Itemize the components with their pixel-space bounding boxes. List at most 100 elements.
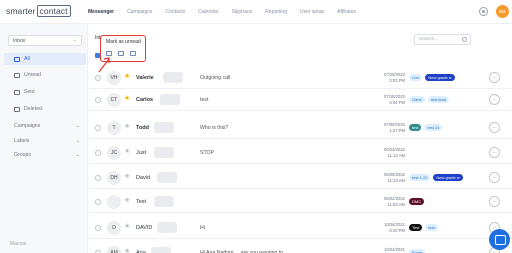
nav-messenger[interactable]: Messenger: [88, 9, 114, 15]
sidebar-section-labels[interactable]: Labels ⌄: [14, 138, 84, 144]
star-icon[interactable]: ★: [124, 148, 130, 156]
tag[interactable]: Buyer: [409, 249, 426, 253]
nav-reporting[interactable]: Reporting: [265, 9, 287, 15]
search-icon: [462, 37, 467, 42]
sidebar-macros[interactable]: Macros: [10, 241, 26, 247]
row-checkbox[interactable]: [95, 75, 101, 81]
star-icon[interactable]: ★: [124, 95, 130, 103]
sidebar-section-campaigns[interactable]: Campaigns ⌄: [14, 123, 84, 129]
tag-list: Gahe test lead: [409, 96, 452, 103]
nav-contacts[interactable]: Contacts: [165, 9, 185, 15]
chevron-down-icon: ⌄: [75, 138, 80, 144]
avatar: AM: [107, 246, 121, 253]
more-options-icon[interactable]: ···: [489, 72, 500, 83]
conversation-row[interactable]: DH ★ David 06/06/2022 11:23 AM test 1.22 N…: [89, 167, 512, 189]
inbox-select-value: Inbox: [13, 38, 26, 44]
conversation-row[interactable]: T ★ Todd Who is this? 07/06/2022 1:27 PM …: [89, 117, 512, 139]
nav-calendar[interactable]: Calendar: [198, 9, 218, 15]
inbox-select[interactable]: Inbox ⌄: [8, 35, 82, 46]
timestamp-date: 07/15/2022: [384, 94, 405, 99]
more-options-icon[interactable]: ···: [489, 172, 500, 183]
tag[interactable]: DMC: [409, 198, 425, 205]
star-icon[interactable]: ★: [124, 223, 130, 231]
timestamp: 06/24/2022 11:12 AM: [375, 147, 405, 158]
avatar: CT: [107, 93, 121, 107]
tag[interactable]: test 1.22: [409, 174, 431, 181]
avatar: [107, 195, 121, 209]
tag-list: test test 24: [409, 124, 445, 131]
nav-skiptrace[interactable]: Skiptrace: [231, 9, 252, 15]
chat-support-button[interactable]: [489, 229, 510, 250]
tag[interactable]: test lead: [427, 96, 449, 103]
conversation-row[interactable]: VH ★ Valerie Outgoing call 07/25/2022 3:0…: [89, 67, 512, 89]
conversation-row[interactable]: D ★ DAVID Hi 10/26/2021 8:43 PM Test test …: [89, 217, 512, 239]
row-checkbox[interactable]: [95, 125, 101, 131]
conversation-row[interactable]: AM ★ Ana Hi Ana Nathan ... are you wanti…: [89, 242, 512, 253]
sidebar-item-all[interactable]: All: [4, 53, 86, 65]
tag[interactable]: Gahe: [409, 96, 425, 103]
row-checkbox[interactable]: [95, 225, 101, 231]
star-icon[interactable]: ★: [124, 197, 130, 205]
timestamp-date: 06/24/2022: [384, 147, 405, 152]
sidebar-section-groups[interactable]: Groups ⌄: [14, 152, 84, 158]
more-options-icon[interactable]: ···: [489, 122, 500, 133]
star-icon[interactable]: ★: [124, 73, 130, 81]
contact-name: David: [136, 175, 151, 181]
trash-icon: [14, 106, 20, 112]
main-nav: Messenger Campaigns Contacts Calendar Sk…: [88, 0, 369, 24]
more-options-icon[interactable]: ···: [489, 94, 500, 105]
mail-icon[interactable]: [118, 51, 124, 56]
timestamp-date: 10/26/2021: [384, 222, 405, 227]
tag[interactable]: Test: [409, 224, 423, 231]
mark-as-unread-tooltip: Mark as unread: [106, 39, 141, 45]
conversation-row[interactable]: JC ★ Just STOP 06/24/2022 11:12 AM ···: [89, 142, 512, 164]
chevron-down-icon: ⌄: [75, 123, 80, 129]
nav-user-setup[interactable]: User setup: [300, 9, 324, 15]
tag-list: test 1.22 New grade w: [409, 174, 466, 181]
sidebar-item-sent[interactable]: Sent: [4, 86, 86, 98]
app-logo[interactable]: smarter contact: [6, 5, 71, 17]
section-label: Labels: [14, 138, 30, 144]
nav-affiliates[interactable]: Affiliates: [337, 9, 356, 15]
star-icon[interactable]: ★: [124, 173, 130, 181]
search-placeholder: Search...: [419, 37, 439, 42]
conversation-row[interactable]: ★ Test 06/02/2022 11:53 AM DMC ···: [89, 191, 512, 213]
contact-name: Just: [136, 150, 147, 156]
section-label: Groups: [14, 152, 32, 158]
tag[interactable]: New grade w: [425, 74, 455, 81]
row-checkbox[interactable]: [95, 175, 101, 181]
more-options-icon[interactable]: ···: [489, 147, 500, 158]
timestamp: 07/06/2022 1:27 PM: [375, 122, 405, 133]
contact-name: Todd: [136, 125, 150, 131]
redacted-name: [150, 247, 171, 253]
star-icon[interactable]: ★: [124, 123, 130, 131]
timestamp: 06/06/2022 11:23 AM: [375, 172, 405, 183]
star-icon[interactable]: ★: [124, 248, 130, 253]
redacted-name: [153, 147, 174, 158]
tag[interactable]: test: [409, 124, 422, 131]
tag[interactable]: test: [425, 224, 438, 231]
avatar: VH: [107, 71, 121, 85]
avatar: DH: [107, 171, 121, 185]
mail-open-icon[interactable]: [130, 51, 136, 56]
timestamp-time: 1:27 PM: [389, 127, 405, 133]
nav-campaigns[interactable]: Campaigns: [127, 9, 152, 15]
sidebar-item-deleted[interactable]: Deleted: [4, 103, 86, 115]
gear-icon[interactable]: [479, 7, 488, 16]
sidebar-item-label: Deleted: [24, 106, 42, 112]
user-avatar[interactable]: DA: [496, 5, 509, 18]
more-options-icon[interactable]: ···: [489, 196, 500, 207]
row-checkbox[interactable]: [95, 150, 101, 156]
tag-list: Buyer: [409, 249, 428, 253]
tag[interactable]: New grade w: [433, 174, 463, 181]
timestamp-time: 11:12 AM: [387, 152, 405, 158]
search-input[interactable]: Search...: [414, 34, 471, 45]
tag[interactable]: test 24: [424, 124, 443, 131]
redacted-name: [160, 94, 181, 105]
row-checkbox[interactable]: [95, 199, 101, 205]
sidebar-item-unread[interactable]: Unread: [4, 69, 86, 81]
timestamp: 06/02/2022 11:53 AM: [375, 196, 405, 207]
row-checkbox[interactable]: [95, 97, 101, 103]
tag[interactable]: Live: [409, 74, 423, 81]
conversation-row[interactable]: CT ★ Carlos test 07/15/2022 5:04 PM Gahe t…: [89, 89, 512, 111]
